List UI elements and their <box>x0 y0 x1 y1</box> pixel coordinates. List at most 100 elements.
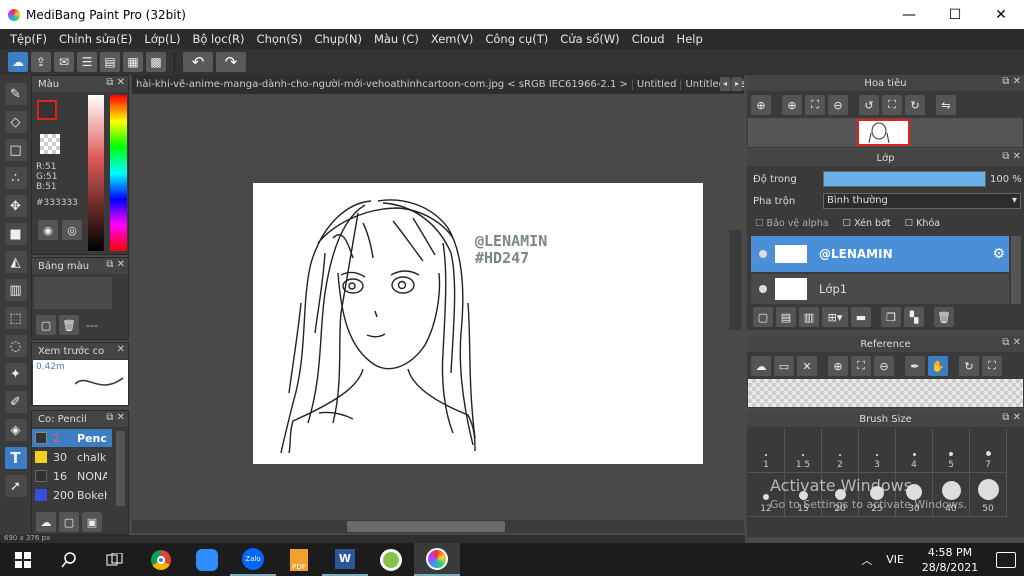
rotate-left-icon[interactable]: ↺ <box>859 95 879 115</box>
close-icon[interactable]: ⧉ ✕ <box>106 259 125 270</box>
language-indicator[interactable]: VIE <box>886 553 904 566</box>
palette-settings-icon[interactable]: ◎ <box>62 220 82 240</box>
share-icon[interactable]: ⇪ <box>31 52 51 72</box>
minimize-button[interactable]: — <box>886 7 932 23</box>
new-layer-1bit-icon[interactable]: ▥ <box>799 307 819 327</box>
zoom-out-icon[interactable]: ⊖ <box>828 95 848 115</box>
zoom-app-icon[interactable] <box>184 543 230 576</box>
folder-icon[interactable]: ▬ <box>851 307 871 327</box>
lasso-icon[interactable]: ◌ <box>4 335 27 357</box>
menu-select[interactable]: Chọn(S) <box>251 32 309 46</box>
eye-icon[interactable] <box>759 285 767 293</box>
bucket-icon[interactable]: ◭ <box>4 251 27 273</box>
menu-layer[interactable]: Lớp(L) <box>138 32 186 46</box>
menu-color[interactable]: Màu (C) <box>368 32 425 46</box>
secondary-color-swatch[interactable] <box>40 134 60 154</box>
opacity-slider[interactable] <box>823 171 986 187</box>
close-button[interactable]: ✕ <box>978 7 1024 23</box>
palette-icon[interactable]: ◉ <box>38 220 58 240</box>
add-layer-menu-icon[interactable]: ⊞▾ <box>822 307 848 327</box>
brush-size-cell[interactable]: 1 <box>748 429 785 473</box>
comment-icon[interactable]: ✉ <box>54 52 74 72</box>
reference-zoom-in-icon[interactable]: ⊕ <box>828 356 848 376</box>
brush-size-cell[interactable]: 50 <box>970 473 1007 517</box>
brush-size-cell[interactable]: 3 <box>859 429 896 473</box>
brush-size-cell[interactable]: 1.5 <box>785 429 822 473</box>
select-rect-icon[interactable]: ⬚ <box>4 307 27 329</box>
zoom-fit-icon[interactable]: ⊕ <box>751 95 771 115</box>
menu-snap[interactable]: Chụp(N) <box>308 32 367 46</box>
menu-view[interactable]: Xem(V) <box>425 32 479 46</box>
undo-icon[interactable]: ↶ <box>183 52 213 72</box>
duplicate-layer-icon[interactable]: ❐ <box>881 307 901 327</box>
zalo-icon[interactable]: Zalo <box>230 543 276 576</box>
layer-row-lop1[interactable]: Lớp1 <box>751 274 1009 304</box>
rotate-right-icon[interactable]: ↻ <box>905 95 925 115</box>
brush-size-cell[interactable]: 30 <box>896 473 933 517</box>
layer-scrollbar[interactable] <box>1011 236 1021 304</box>
text-tool-icon[interactable]: T <box>4 447 27 469</box>
color-shade-slider[interactable] <box>88 95 104 251</box>
menu-filter[interactable]: Bộ lọc(R) <box>186 32 250 46</box>
page-icon[interactable]: ▦ <box>123 52 143 72</box>
horizontal-scroll-thumb[interactable] <box>347 521 505 532</box>
menu-cloud[interactable]: Cloud <box>626 32 671 46</box>
reference-fit-icon[interactable]: ⛶ <box>851 356 871 376</box>
select-eraser-icon[interactable]: ◈ <box>4 419 27 441</box>
brush-size-cell[interactable]: 5 <box>933 429 970 473</box>
flip-icon[interactable]: ⇋ <box>936 95 956 115</box>
brush-item-bokeh[interactable]: 200 Bokeh <box>32 486 112 504</box>
lock-checkbox[interactable]: ☐ Khóa <box>905 218 940 229</box>
clipping-checkbox[interactable]: ☐ Xén bớt <box>843 218 891 229</box>
brush-icon[interactable]: ✎ <box>4 83 27 105</box>
chrome-icon[interactable] <box>138 543 184 576</box>
add-palette-icon[interactable]: ▢ <box>36 315 56 335</box>
paint-app-icon[interactable] <box>368 543 414 576</box>
fit-window-icon[interactable]: ⛶ <box>805 95 825 115</box>
eraser-icon[interactable]: ◇ <box>4 111 27 133</box>
brush-size-cell[interactable]: 2 <box>822 429 859 473</box>
close-icon[interactable]: ⧉ ✕ <box>1002 76 1021 87</box>
close-icon[interactable]: ✕ <box>117 344 125 355</box>
reference-close-icon[interactable]: ✕ <box>797 356 817 376</box>
start-button[interactable] <box>0 543 46 576</box>
gear-icon[interactable]: ⚙ <box>992 246 1005 262</box>
delete-layer-icon[interactable]: 🗑 <box>934 307 954 327</box>
reference-rotate-icon[interactable]: ↻ <box>959 356 979 376</box>
hue-slider[interactable] <box>110 95 127 251</box>
reference-reset-icon[interactable]: ⛶ <box>982 356 1002 376</box>
clock[interactable]: 4:58 PM 28/8/2021 <box>918 545 982 575</box>
tab-scroll-left-icon[interactable]: ◂ <box>720 77 730 91</box>
close-icon[interactable]: ⧉ ✕ <box>1002 151 1021 162</box>
navigator-preview[interactable] <box>748 118 1023 147</box>
grid-icon[interactable]: ▩ <box>146 52 166 72</box>
cloud-brush-icon[interactable]: ☁ <box>36 512 56 532</box>
menu-file[interactable]: Tệp(F) <box>4 32 53 46</box>
brush-size-cell[interactable]: 20 <box>822 473 859 517</box>
brush-menu-icon[interactable]: ▣ <box>82 512 102 532</box>
move-icon[interactable]: ✥ <box>4 195 27 217</box>
blend-select[interactable]: Bình thường ▾ <box>823 193 1021 209</box>
rectangle-icon[interactable]: □ <box>4 139 27 161</box>
pdf-icon[interactable]: PDF <box>276 543 322 576</box>
reference-open-icon[interactable]: ▭ <box>774 356 794 376</box>
search-icon[interactable] <box>46 543 92 576</box>
protect-alpha-checkbox[interactable]: ☐ Bảo vệ alpha <box>755 218 829 229</box>
tab-document-1[interactable]: hài-khi-vẽ-anime-manga-dành-cho-người-mớ… <box>132 79 633 90</box>
maximize-button[interactable]: ☐ <box>932 7 978 23</box>
brush-size-cell[interactable]: 40 <box>933 473 970 517</box>
close-icon[interactable]: ⧉ ✕ <box>106 412 125 423</box>
menu-window[interactable]: Cửa sổ(W) <box>554 32 625 46</box>
primary-color-swatch[interactable] <box>37 100 57 120</box>
gradient-icon[interactable]: ▥ <box>4 279 27 301</box>
vertical-scrollbar[interactable] <box>729 230 741 330</box>
reference-zoom-out-icon[interactable]: ⊖ <box>874 356 894 376</box>
brush-size-cell[interactable]: 4 <box>896 429 933 473</box>
brush-item-pencil[interactable]: 2 Pencil <box>32 429 112 447</box>
menu-help[interactable]: Help <box>671 32 709 46</box>
merge-layer-icon[interactable]: ▚ <box>904 307 924 327</box>
rotate-reset-icon[interactable]: ⛶ <box>882 95 902 115</box>
reference-cloud-icon[interactable]: ☁ <box>751 356 771 376</box>
add-brush-icon[interactable]: ▢ <box>59 512 79 532</box>
select-pen-icon[interactable]: ✐ <box>4 391 27 413</box>
